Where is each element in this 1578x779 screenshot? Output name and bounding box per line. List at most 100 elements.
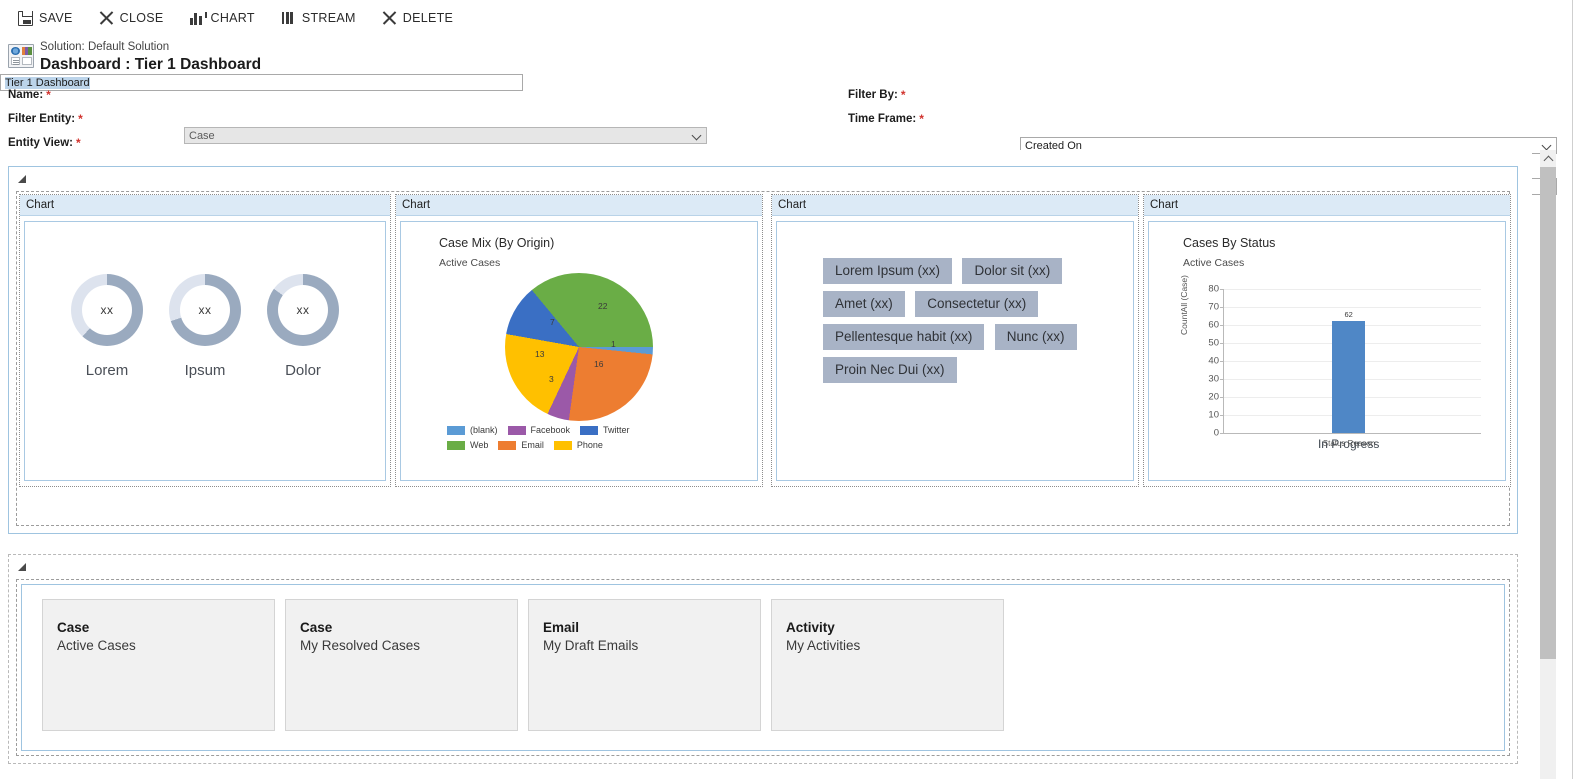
dashboard-properties-form: Name: * Tier 1 Dashboard Filter Entity: … [0, 74, 1578, 142]
y-tick-label: 30 [1208, 374, 1219, 385]
y-tick-label: 20 [1208, 392, 1219, 403]
name-label: Name: [8, 89, 43, 101]
collapse-section-triangle[interactable] [18, 563, 26, 571]
list-entity-name: Activity [772, 600, 1003, 635]
y-tick-label: 60 [1208, 320, 1219, 331]
tag-item[interactable]: Pellentesque habit (xx) [823, 324, 984, 350]
y-tick-label: 10 [1208, 410, 1219, 421]
tag-item[interactable]: Dolor sit (xx) [962, 258, 1062, 284]
list-view-name: My Resolved Cases [286, 635, 517, 653]
entity-view-label: Entity View: [8, 137, 73, 149]
dashboard-canvas: Chart xx Lorem xx [0, 150, 1532, 779]
name-field-row: Name: * [8, 88, 51, 102]
gridline-baseline: 0 [1224, 433, 1481, 434]
bar-in-progress[interactable] [1332, 321, 1365, 433]
legend-item[interactable]: (blank) [447, 425, 498, 435]
delete-x-icon [382, 11, 397, 26]
chart-cell-pie[interactable]: Chart Case Mix (By Origin) Active Cases … [395, 194, 763, 487]
tag-cloud-chart[interactable]: Lorem Ipsum (xx) Dolor sit (xx) Amet (xx… [776, 221, 1134, 481]
donut-center-value: xx [267, 274, 339, 346]
donut-label: Dolor [267, 362, 339, 379]
legend-item[interactable]: Email [498, 440, 544, 450]
close-x-icon [99, 11, 114, 26]
donut-item[interactable]: xx Dolor [267, 274, 339, 379]
collapse-section-triangle[interactable] [18, 175, 26, 183]
list-cell-my-activities[interactable]: Activity My Activities [771, 599, 1004, 731]
chart-cell-header: Chart [20, 195, 390, 216]
filter-entity-label: Filter Entity: [8, 113, 75, 125]
bar-chart-y-axis-label: CountAll (Case) [1179, 275, 1189, 335]
chart-cell-donut[interactable]: Chart xx Lorem xx [19, 194, 391, 487]
donut-item[interactable]: xx Lorem [71, 274, 143, 379]
solution-label: Solution: Default Solution [40, 40, 261, 54]
filter-by-label: Filter By: [848, 89, 898, 101]
dashboard-solution-icon [8, 44, 34, 68]
donut-label: Ipsum [169, 362, 241, 379]
entity-view-required-asterisk: * [76, 136, 81, 150]
name-required-asterisk: * [46, 88, 51, 102]
legend-item[interactable]: Web [447, 440, 488, 450]
page-title: Dashboard : Tier 1 Dashboard [40, 55, 261, 75]
stream-button-label: STREAM [302, 11, 356, 25]
legend-item[interactable]: Facebook [508, 425, 571, 435]
chevron-down-icon [1543, 142, 1551, 150]
lists-section[interactable]: Case Active Cases Case My Resolved Cases… [8, 554, 1518, 764]
chart-button[interactable]: CHART [190, 11, 255, 26]
list-cell-my-resolved-cases[interactable]: Case My Resolved Cases [285, 599, 518, 731]
legend-label: (blank) [470, 425, 498, 435]
donut-ring: xx [267, 274, 339, 346]
filter-by-required-asterisk: * [901, 88, 906, 102]
tag-item[interactable]: Lorem Ipsum (xx) [823, 258, 952, 284]
legend-swatch [580, 426, 598, 435]
name-input[interactable]: Tier 1 Dashboard [0, 74, 523, 91]
donut-label: Lorem [71, 362, 143, 379]
delete-button-label: DELETE [403, 11, 453, 25]
filter-entity-select[interactable]: Case [184, 127, 707, 144]
y-tick-label: 0 [1214, 428, 1219, 439]
bar-value-label: 62 [1344, 310, 1352, 319]
pie-slice-value-twitter: 7 [550, 317, 555, 327]
list-cell-my-draft-emails[interactable]: Email My Draft Emails [528, 599, 761, 731]
legend-item[interactable]: Phone [554, 440, 603, 450]
time-frame-label: Time Frame: [848, 113, 916, 125]
window-right-edge [1572, 0, 1578, 779]
bar-chart[interactable]: Cases By Status Active Cases CountAll (C… [1148, 221, 1506, 481]
chart-cell-header: Chart [396, 195, 762, 216]
list-entity-name: Case [286, 600, 517, 635]
tag-item[interactable]: Proin Nec Dui (xx) [823, 357, 957, 383]
list-entity-name: Case [43, 600, 274, 635]
pie-chart-subtitle: Active Cases [401, 250, 757, 269]
vertical-scrollbar[interactable] [1540, 150, 1556, 779]
donut-chart[interactable]: xx Lorem xx Ipsum [24, 221, 386, 481]
chevron-down-icon [693, 132, 701, 140]
stream-button[interactable]: STREAM [281, 11, 356, 26]
chart-cell-tags[interactable]: Chart Lorem Ipsum (xx) Dolor sit (xx) Am… [771, 194, 1139, 487]
tag-item[interactable]: Amet (xx) [823, 291, 905, 317]
scroll-up-button[interactable] [1540, 150, 1556, 167]
close-button[interactable]: CLOSE [99, 11, 164, 26]
legend-item[interactable]: Twitter [580, 425, 630, 435]
time-frame-field-row: Time Frame: * [848, 112, 924, 126]
chart-cell-header: Chart [1144, 195, 1510, 216]
save-button[interactable]: SAVE [18, 11, 73, 26]
pie-slice-value-web: 22 [598, 301, 607, 311]
filter-entity-field-row: Filter Entity: * [8, 112, 83, 126]
scrollbar-thumb[interactable] [1540, 167, 1556, 659]
filter-entity-value: Case [189, 130, 215, 142]
tag-item[interactable]: Nunc (xx) [995, 324, 1077, 350]
pie-chart[interactable]: Case Mix (By Origin) Active Cases 1 3 7 … [400, 221, 758, 481]
delete-button[interactable]: DELETE [382, 11, 453, 26]
chart-cell-header: Chart [772, 195, 1138, 216]
charts-section[interactable]: Chart xx Lorem xx [8, 166, 1518, 534]
list-cell-active-cases[interactable]: Case Active Cases [42, 599, 275, 731]
lists-section-inner: Case Active Cases Case My Resolved Cases… [16, 579, 1510, 756]
y-tick-label: 50 [1208, 338, 1219, 349]
donut-item[interactable]: xx Ipsum [169, 274, 241, 379]
bar-chart-subtitle: Active Cases [1149, 250, 1505, 269]
list-entity-name: Email [529, 600, 760, 635]
chart-cell-bar[interactable]: Chart Cases By Status Active Cases Count… [1143, 194, 1511, 487]
list-view-name: My Activities [772, 635, 1003, 653]
bar-chart-x-axis-label: Status Reason [1323, 439, 1375, 448]
command-bar: SAVE CLOSE CHART STREAM DELETE [0, 0, 1578, 36]
tag-item[interactable]: Consectetur (xx) [915, 291, 1038, 317]
